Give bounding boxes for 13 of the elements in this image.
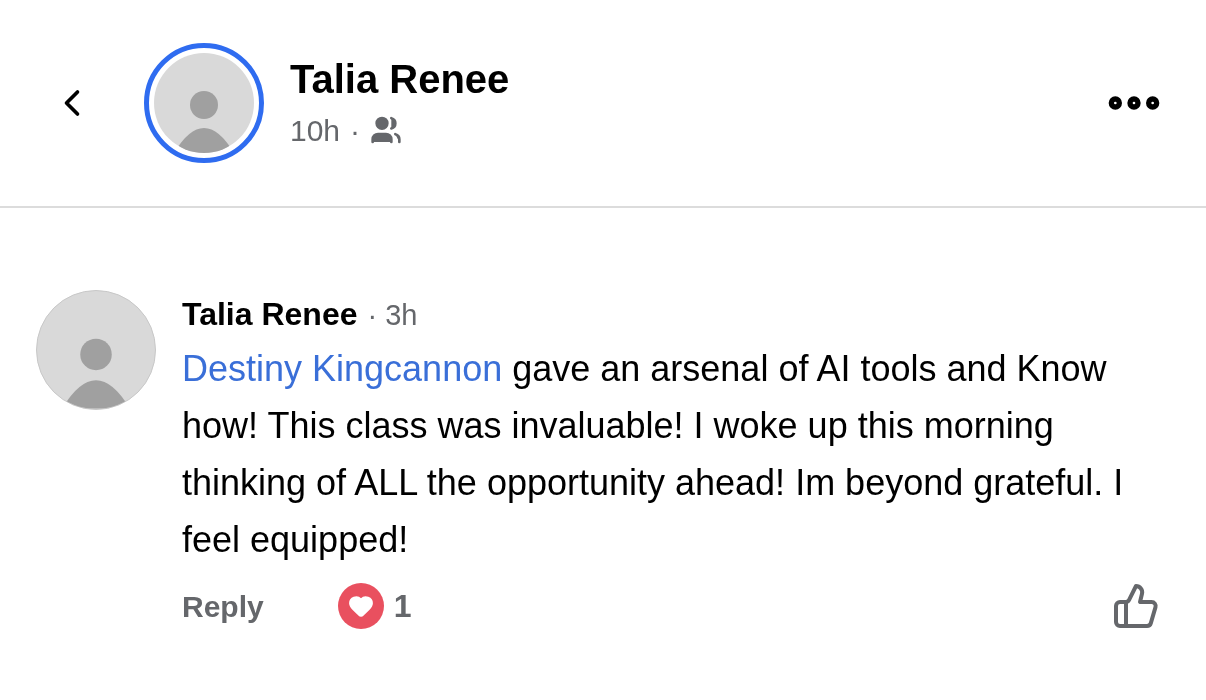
post-time: 10h <box>290 112 341 149</box>
author-name[interactable]: Talia Renee <box>290 53 510 104</box>
comment-text: Destiny Kingcannon gave an arsenal of AI tools and Know how! This class was invaluable! I woke up this morning thinking of ALL the opportunity ahead! Im beyond grateful. I feel equipped! <box>182 347 1125 562</box>
commenter-name[interactable]: Talia Renee <box>182 290 358 338</box>
profile-avatar[interactable] <box>144 43 264 163</box>
mention-link[interactable]: Destiny Kingcannon <box>182 348 503 389</box>
love-reaction-icon <box>337 583 384 629</box>
reply-button[interactable]: Reply <box>182 583 264 629</box>
comment-time: · 3h <box>367 298 418 333</box>
reaction-count: 1 <box>393 587 412 626</box>
separator-dot: · <box>350 112 361 149</box>
like-icon[interactable] <box>1112 582 1160 630</box>
audience-icon <box>370 114 403 146</box>
